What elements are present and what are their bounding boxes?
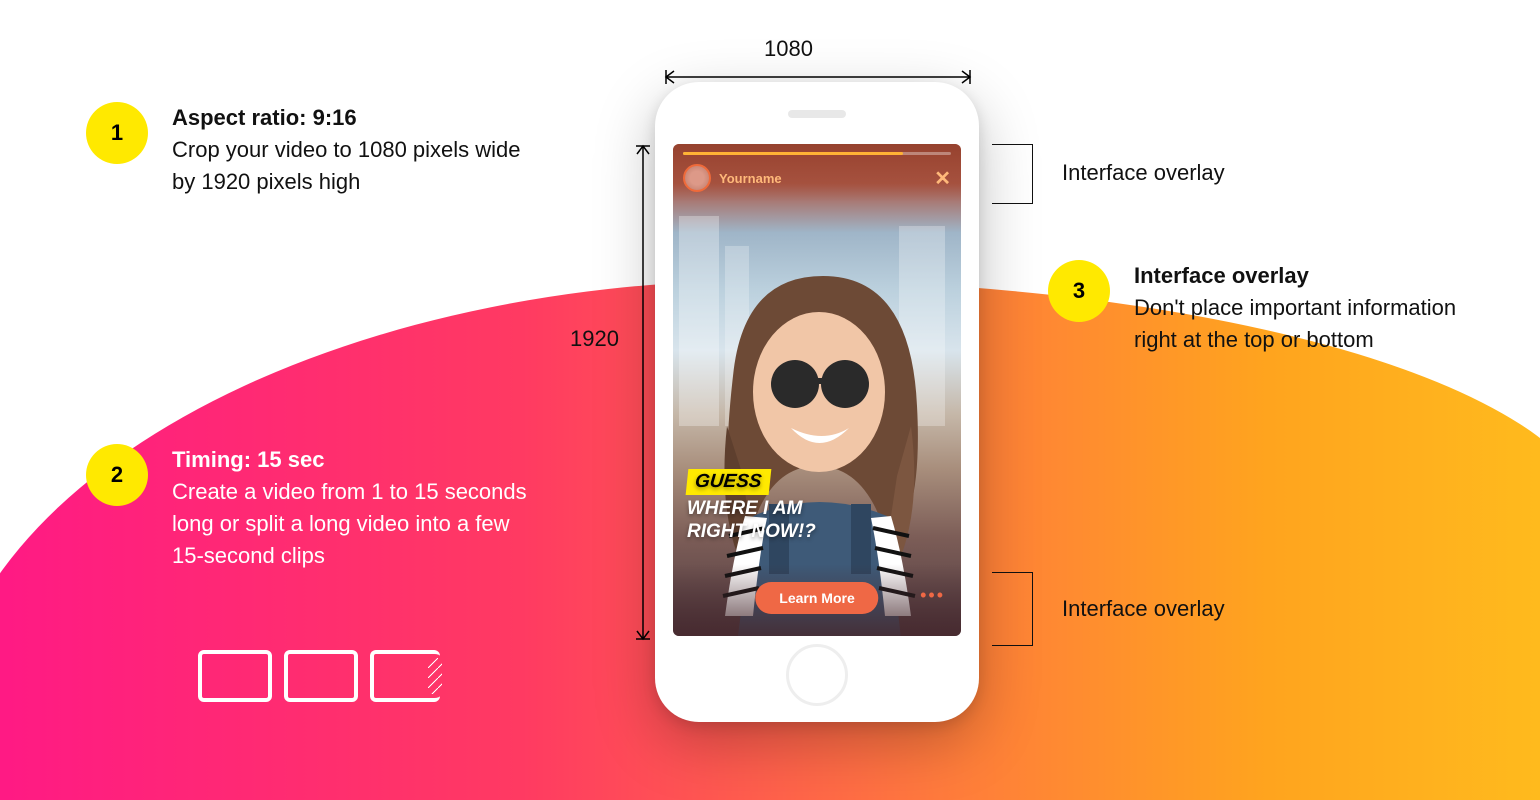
bullet-3-text: Interface overlay Don't place important … <box>1134 260 1494 356</box>
filmstrip-icon <box>284 650 358 702</box>
height-dimension-arrow <box>636 140 650 645</box>
phone-speaker <box>788 110 846 118</box>
phone-home-button <box>786 644 848 706</box>
story-username: Yourname <box>719 171 782 186</box>
bullet-1: 1 Aspect ratio: 9:16 Crop your video to … <box>86 102 532 198</box>
bullet-2-text: Timing: 15 sec Create a video from 1 to … <box>172 444 532 572</box>
phone-mockup: Yourname ✕ GUESS WHERE I AM RIGHT NOW!? … <box>655 82 979 722</box>
bullet-2-title: Timing: 15 sec <box>172 447 324 472</box>
more-dots-icon[interactable]: ••• <box>920 585 945 606</box>
learn-more-button[interactable]: Learn More <box>755 582 878 614</box>
bullet-1-number: 1 <box>86 102 148 164</box>
bullet-3-number: 3 <box>1048 260 1110 322</box>
story-progress-bar <box>683 152 951 155</box>
bullet-1-body: Crop your video to 1080 pixels wide by 1… <box>172 137 521 194</box>
top-overlay-label: Interface overlay <box>1062 160 1225 186</box>
width-dimension-label: 1080 <box>764 36 813 62</box>
infographic-canvas: 1 Aspect ratio: 9:16 Crop your video to … <box>0 0 1540 800</box>
filmstrip-icon <box>198 650 272 702</box>
filmstrip-torn-icon <box>370 650 440 702</box>
bullet-1-title: Aspect ratio: 9:16 <box>172 105 357 130</box>
phone-screen: Yourname ✕ GUESS WHERE I AM RIGHT NOW!? … <box>673 144 961 636</box>
story-header: Yourname ✕ <box>683 164 951 192</box>
story-caption: GUESS WHERE I AM RIGHT NOW!? <box>687 469 816 544</box>
height-dimension-label: 1920 <box>570 326 619 352</box>
bottom-overlay-bracket <box>992 572 1033 646</box>
caption-line-1: WHERE I AM <box>687 498 802 519</box>
caption-highlight: GUESS <box>686 469 771 495</box>
bullet-3-body: Don't place important information right … <box>1134 295 1456 352</box>
bullet-1-text: Aspect ratio: 9:16 Crop your video to 10… <box>172 102 532 198</box>
bullet-3-title: Interface overlay <box>1134 263 1309 288</box>
close-icon[interactable]: ✕ <box>934 166 951 191</box>
caption-line-2: RIGHT NOW!? <box>687 521 816 542</box>
bottom-overlay-label: Interface overlay <box>1062 596 1225 622</box>
avatar <box>683 164 711 192</box>
bullet-2-number: 2 <box>86 444 148 506</box>
bullet-2-body: Create a video from 1 to 15 seconds long… <box>172 479 527 568</box>
bullet-3: 3 Interface overlay Don't place importan… <box>1048 260 1494 356</box>
bullet-2: 2 Timing: 15 sec Create a video from 1 t… <box>86 444 532 572</box>
top-overlay-bracket <box>992 144 1033 204</box>
clip-icons <box>198 650 440 702</box>
